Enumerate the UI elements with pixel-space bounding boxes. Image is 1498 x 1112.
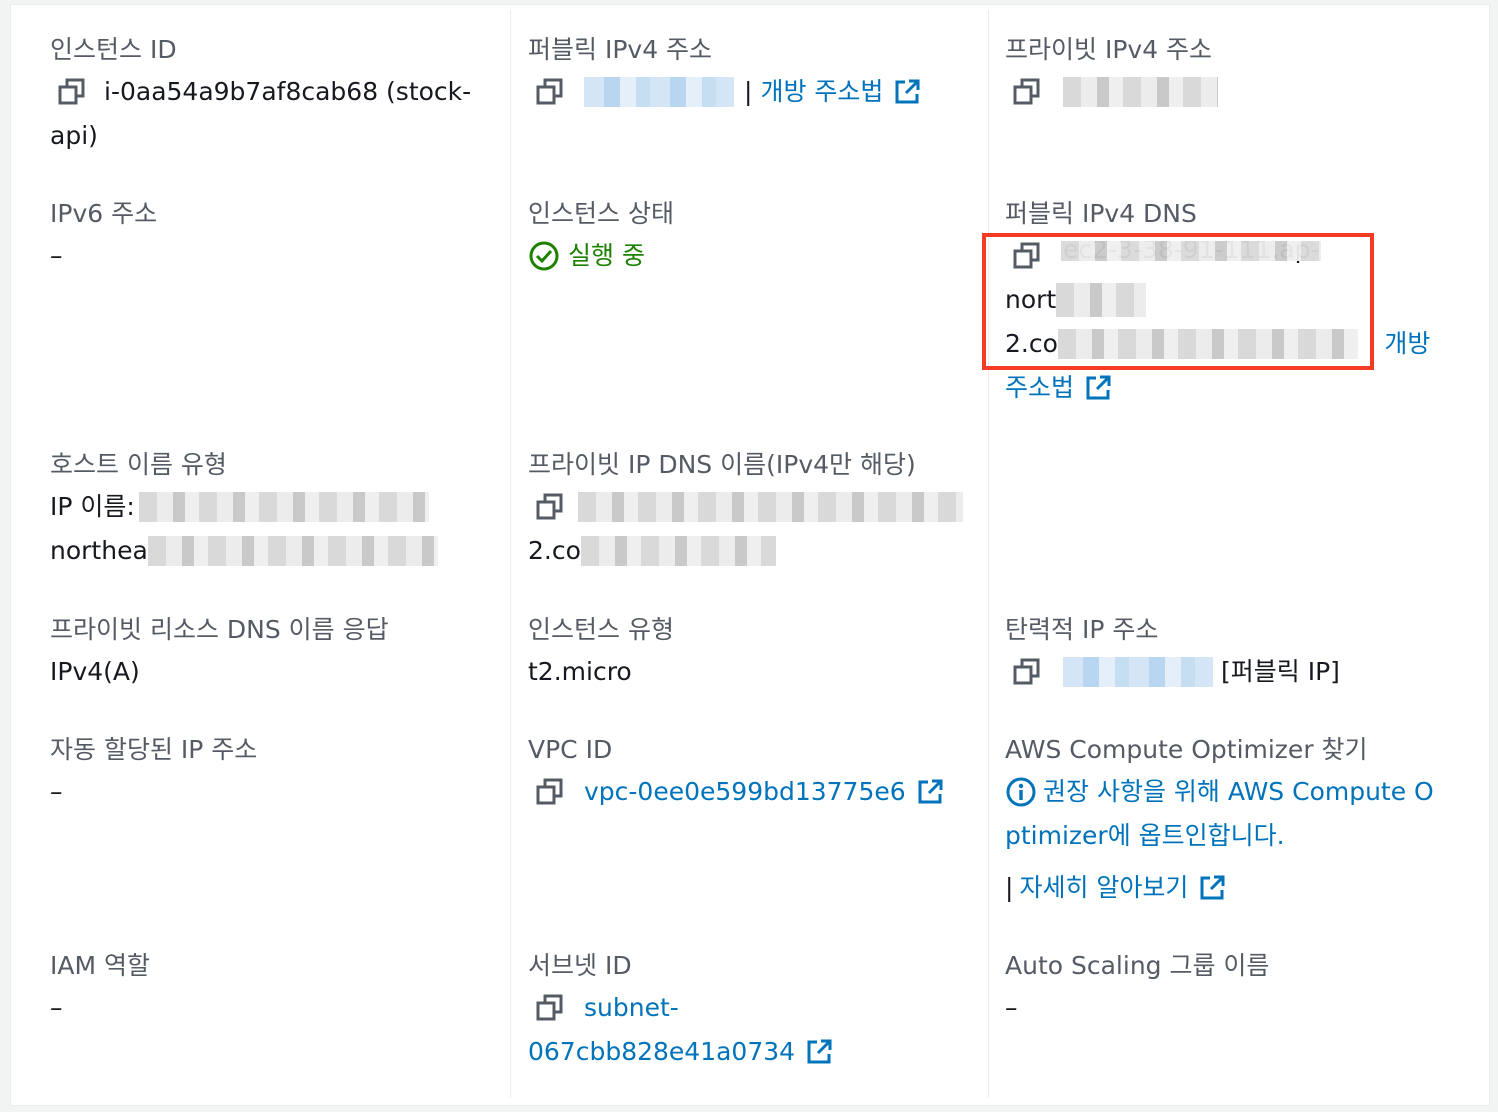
field-subnet-id: 서브넷 ID subnet- 067cbb828e41a0734 [528, 948, 833, 1074]
column-divider [510, 10, 511, 1098]
open-address-link[interactable]: 개방 [1384, 322, 1430, 366]
redacted-value [1063, 657, 1213, 687]
external-link-icon[interactable] [893, 78, 921, 106]
field-label: AWS Compute Optimizer 찾기 [1005, 735, 1368, 764]
subnet-id-link[interactable]: subnet- [584, 986, 679, 1030]
opt-in-link-cont[interactable]: ptimizer에 옵트인합니다. [1005, 814, 1475, 858]
redacted-value [1063, 77, 1218, 107]
ipv6-value: – [50, 241, 63, 270]
field-instance-type: 인스턴스 유형 t2.micro [528, 612, 674, 694]
field-label: IPv6 주소 [50, 199, 158, 228]
hostname-type-prefix: IP 이름: [50, 492, 135, 521]
field-instance-id: 인스턴스 ID i-0aa54a9b7af8cab68 (stock- api) [50, 32, 490, 158]
field-label: IAM 역할 [50, 951, 150, 980]
field-resource-dns: 프라이빗 리소스 DNS 이름 응답 IPv4(A) [50, 612, 389, 694]
field-instance-state: 인스턴스 상태 실행 중 [528, 196, 674, 278]
external-link-icon[interactable] [1084, 374, 1112, 402]
field-compute-optimizer: AWS Compute Optimizer 찾기 권장 사항을 위해 AWS C… [1005, 732, 1475, 910]
external-link-icon[interactable] [916, 778, 944, 806]
auto-ip-value: – [50, 777, 63, 806]
field-iam-role: IAM 역할 – [50, 948, 150, 1030]
redacted-value [584, 77, 734, 107]
field-label: 자동 할당된 IP 주소 [50, 735, 258, 764]
field-hostname-type: 호스트 이름 유형 IP 이름: northea [50, 447, 438, 573]
open-address-link-cont[interactable]: 주소법 [1005, 366, 1074, 410]
copy-icon[interactable] [528, 485, 572, 529]
field-label: VPC ID [528, 735, 613, 764]
copy-icon[interactable] [1005, 70, 1049, 114]
field-label: 프라이빗 리소스 DNS 이름 응답 [50, 615, 389, 644]
iam-role-value: – [50, 993, 63, 1022]
copy-icon[interactable] [528, 986, 572, 1030]
field-private-dns: 프라이빗 IP DNS 이름(IPv4만 해당) 2.co [528, 447, 963, 573]
field-vpc-id: VPC ID vpc-0ee0e599bd13775e6 [528, 732, 944, 814]
field-label: 인스턴스 유형 [528, 615, 674, 644]
instance-id-value: i-0aa54a9b7af8cab68 (stock- api) [50, 70, 490, 158]
copy-icon[interactable] [528, 70, 572, 114]
instance-type-value: t2.micro [528, 657, 632, 686]
separator: | [1005, 873, 1014, 902]
instance-state-value: 실행 중 [568, 241, 645, 270]
info-icon [1005, 776, 1037, 808]
copy-icon[interactable] [50, 70, 94, 114]
opt-in-link[interactable]: 권장 사항을 위해 AWS Compute O [1043, 770, 1434, 814]
field-label: 서브넷 ID [528, 951, 632, 980]
subnet-id-link-cont[interactable]: 067cbb828e41a0734 [528, 1030, 795, 1074]
redacted-value [138, 492, 429, 522]
resource-dns-value: IPv4(A) [50, 657, 140, 686]
field-label: 탄력적 IP 주소 [1005, 615, 1159, 644]
field-label: Auto Scaling 그룹 이름 [1005, 951, 1270, 980]
field-label: 프라이빗 IPv4 주소 [1005, 35, 1213, 64]
field-public-ipv4: 퍼블릭 IPv4 주소 | 개방 주소법 [528, 32, 921, 114]
field-label: 퍼블릭 IPv4 주소 [528, 35, 713, 64]
field-ipv6: IPv6 주소 – [50, 196, 157, 278]
copy-icon[interactable] [528, 770, 572, 814]
check-circle-icon [528, 240, 560, 272]
field-elastic-ip: 탄력적 IP 주소 [퍼블릭 IP] [1005, 612, 1340, 694]
redacted-value [578, 492, 963, 522]
external-link-icon[interactable] [805, 1038, 833, 1066]
redacted-value [580, 536, 776, 566]
asg-name-value: – [1005, 993, 1018, 1022]
field-private-ipv4: 프라이빗 IPv4 주소 [1005, 32, 1218, 114]
field-asg-name: Auto Scaling 그룹 이름 – [1005, 948, 1269, 1030]
highlight-box [982, 233, 1374, 370]
field-label: 프라이빗 IP DNS 이름(IPv4만 해당) [528, 450, 916, 479]
instance-id-text: i-0aa54a9b7af8cab68 (stock- [104, 77, 472, 106]
copy-icon[interactable] [1005, 650, 1049, 694]
open-address-link[interactable]: 개방 주소법 [760, 70, 883, 114]
redacted-value [147, 536, 438, 566]
vpc-id-link[interactable]: vpc-0ee0e599bd13775e6 [584, 770, 906, 814]
elastic-ip-suffix: [퍼블릭 IP] [1221, 657, 1340, 686]
hostname-type-cont: northea [50, 536, 148, 565]
separator: | [744, 77, 753, 106]
field-auto-ip: 자동 할당된 IP 주소 – [50, 732, 257, 814]
field-label: 인스턴스 상태 [528, 199, 674, 228]
external-link-icon[interactable] [1198, 874, 1226, 902]
field-label: 호스트 이름 유형 [50, 450, 227, 479]
learn-more-link[interactable]: 자세히 알아보기 [1019, 866, 1188, 910]
instance-id-text-cont: api) [50, 121, 98, 150]
field-label: 인스턴스 ID [50, 35, 177, 64]
field-label: 퍼블릭 IPv4 DNS [1005, 199, 1197, 228]
private-dns-cont: 2.co [528, 536, 581, 565]
column-divider [988, 10, 989, 1098]
